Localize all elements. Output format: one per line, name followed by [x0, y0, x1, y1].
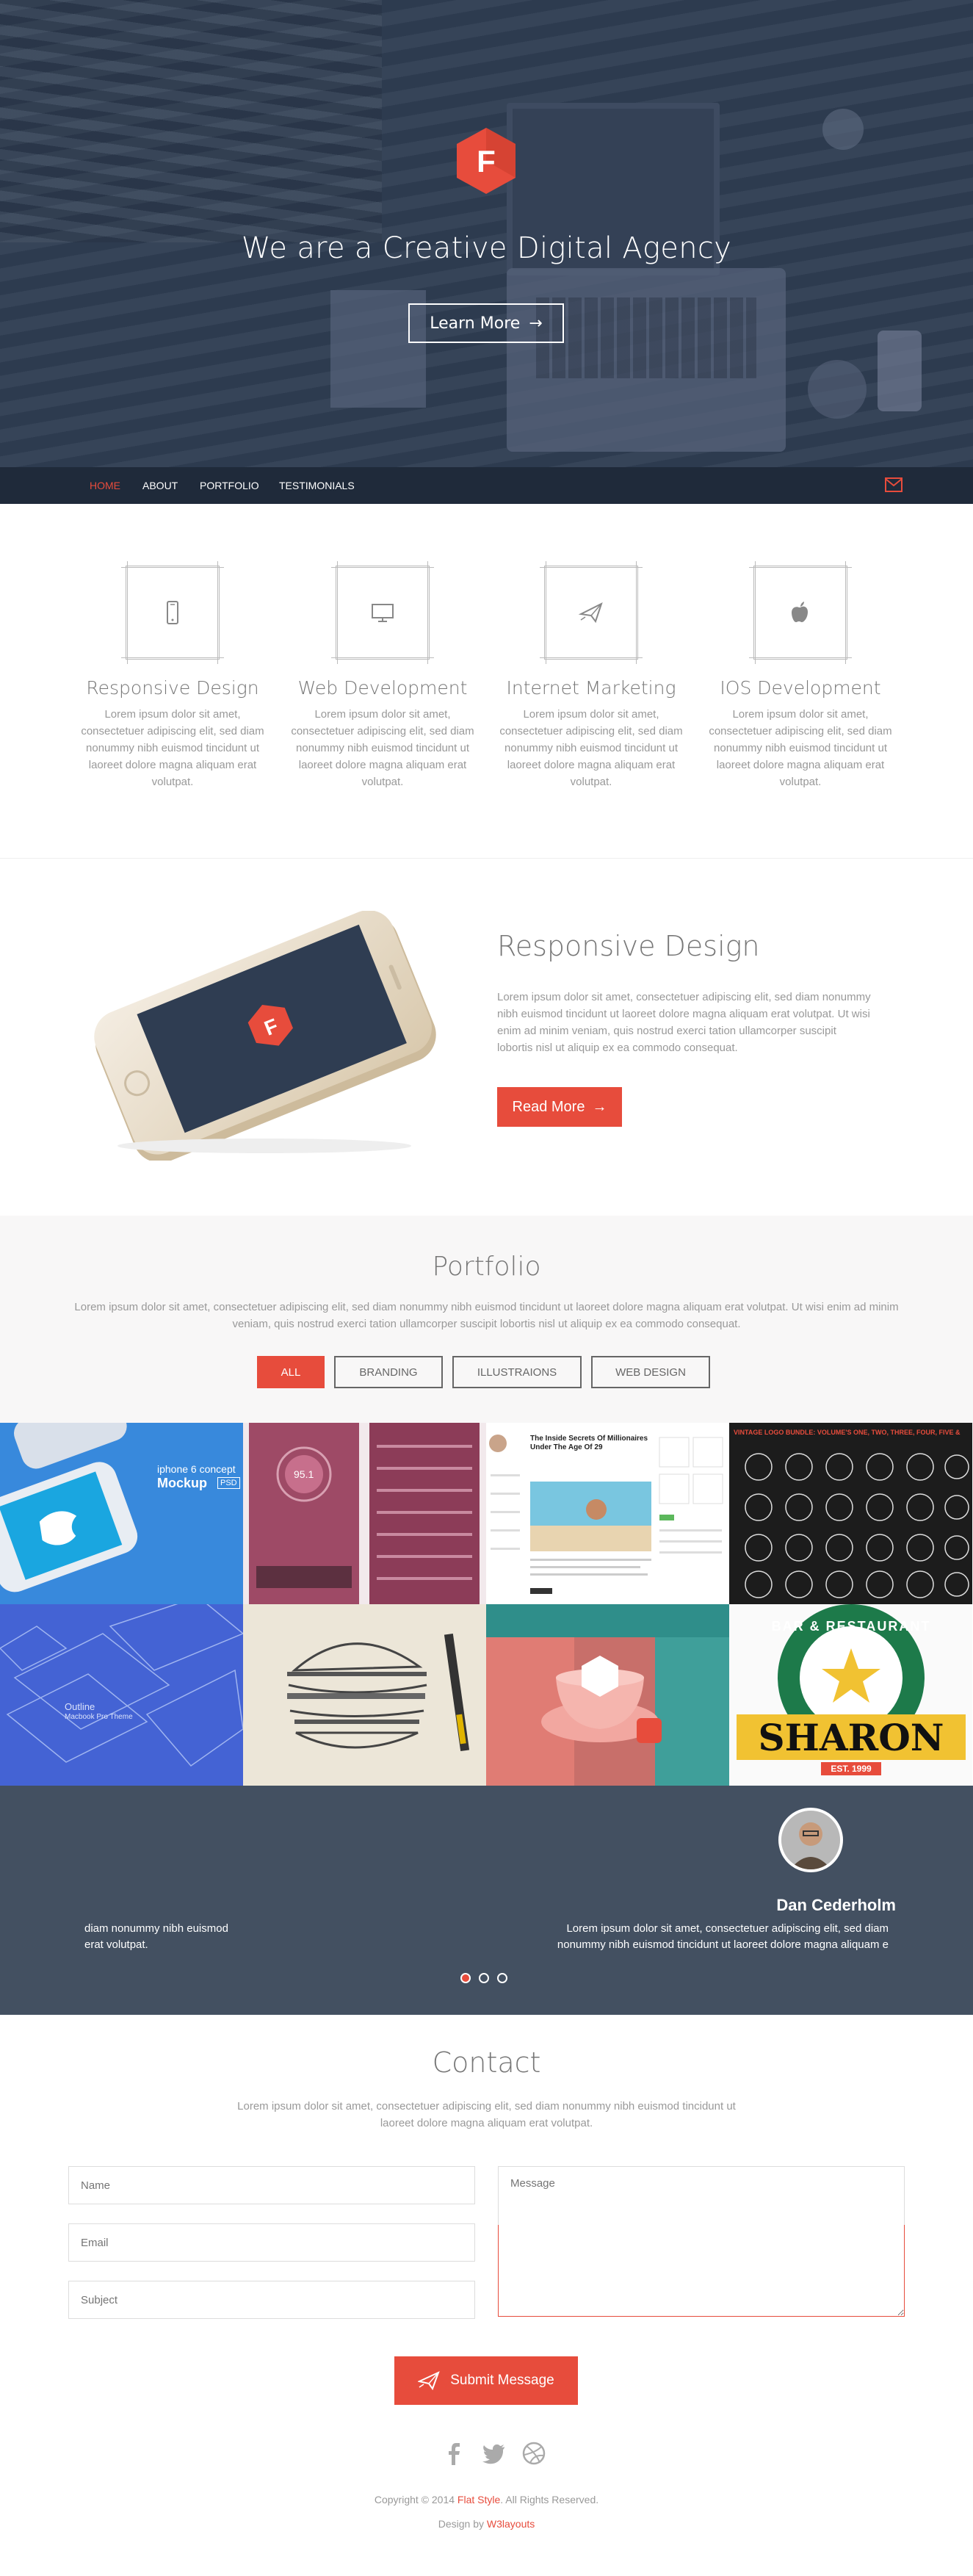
portfolio-tile-music-app[interactable]: 95.1	[243, 1423, 486, 1604]
feature-title: Responsive Design	[497, 930, 760, 962]
design-prefix: Design by	[438, 2518, 487, 2530]
phone-graphic	[878, 331, 922, 411]
tile-title: Mockup	[157, 1476, 208, 1490]
portfolio-tile-vintage-logos[interactable]: VINTAGE LOGO BUNDLE: VOLUME'S ONE, TWO, …	[729, 1423, 972, 1604]
twitter-icon[interactable]	[480, 2440, 507, 2467]
submit-message-button[interactable]: Submit Message	[394, 2356, 578, 2405]
service-text: Lorem ipsum dolor sit amet, consectetuer…	[81, 708, 264, 788]
logo-word: SHARON	[758, 1716, 944, 1759]
portfolio-tile-bar-restaurant[interactable]: BAR & RESTAURANT SHARON EST. 1999	[729, 1604, 972, 1786]
service-icon-frame	[749, 561, 852, 664]
logo-est: EST. 1999	[831, 1764, 872, 1774]
service-ios-development: IOS Development Lorem ipsum dolor sit am…	[709, 561, 892, 790]
nav-item-home[interactable]: HOME	[90, 480, 120, 491]
blog-headline: The Inside Secrets Of Millionaires Under…	[530, 1435, 648, 1451]
service-web-development: Web Development Lorem ipsum dolor sit am…	[291, 561, 474, 790]
service-icon-frame	[540, 561, 643, 664]
slider-dot-1[interactable]	[460, 1973, 471, 1983]
envelope-icon[interactable]	[885, 477, 903, 492]
testimonial-quote-line: Lorem ipsum dolor sit amet, consectetuer…	[566, 1922, 889, 1935]
nav-item-about[interactable]: ABOUT	[142, 480, 178, 491]
logo-arc-text: BAR & RESTAURANT	[771, 1619, 931, 1634]
designer-link[interactable]: W3layouts	[487, 2518, 535, 2530]
nav-item-testimonials[interactable]: TESTIMONIALS	[279, 480, 355, 491]
paper-plane-icon	[578, 602, 603, 624]
laptop-graphic	[507, 268, 786, 452]
service-text: Lorem ipsum dolor sit amet, consectetuer…	[499, 708, 683, 788]
mug-graphic	[822, 109, 864, 150]
nav-item-portfolio[interactable]: PORTFOLIO	[200, 480, 259, 491]
portfolio-tile-outline-mockup[interactable]: Outline Macbook Pro Theme	[0, 1604, 243, 1786]
service-internet-marketing: Internet Marketing Lorem ipsum dolor sit…	[499, 561, 683, 790]
arrow-right-icon: →	[529, 314, 543, 333]
filter-branding-button[interactable]: BRANDING	[334, 1356, 443, 1388]
portfolio-tile-iphone-mockup[interactable]: iphone 6 concept Mockup PSD	[0, 1423, 243, 1604]
learn-more-label: Learn More	[430, 314, 521, 333]
section-divider	[0, 858, 973, 859]
portfolio-tile-burger-sketch[interactable]	[243, 1604, 486, 1786]
portfolio-tile-teacup[interactable]	[486, 1604, 729, 1786]
portfolio-text: Lorem ipsum dolor sit amet, consectetuer…	[74, 1301, 899, 1330]
brand-logo[interactable]: F	[455, 126, 517, 195]
portfolio-tile-blog-layout[interactable]: The Inside Secrets Of Millionaires Under…	[486, 1423, 729, 1604]
window-blinds-graphic	[0, 0, 382, 242]
service-title: Internet Marketing	[506, 677, 676, 699]
main-navigation: HOME ABOUT PORTFOLIO TESTIMONIALS	[0, 467, 973, 504]
read-more-button[interactable]: Read More →	[497, 1087, 622, 1127]
filter-all-button[interactable]: ALL	[257, 1356, 325, 1388]
read-more-label: Read More	[512, 1098, 585, 1115]
tile-title: Outline	[65, 1701, 95, 1712]
testimonial-quote-line: nonummy nibh euismod tincidunt ut laoree…	[557, 1938, 889, 1951]
service-icon-frame	[331, 561, 434, 664]
contact-title: Contact	[432, 2046, 541, 2079]
message-field[interactable]	[498, 2166, 905, 2317]
filter-web-design-button[interactable]: WEB DESIGN	[591, 1356, 710, 1388]
copyright-suffix: . All Rights Reserved.	[500, 2494, 599, 2505]
email-field[interactable]	[68, 2223, 475, 2262]
psd-badge: PSD	[217, 1477, 240, 1489]
submit-label: Submit Message	[450, 2373, 554, 2388]
copyright-prefix: Copyright © 2014	[374, 2494, 457, 2505]
arrow-right-icon: →	[592, 1098, 607, 1115]
facebook-icon[interactable]	[441, 2440, 467, 2467]
contact-text: Lorem ipsum dolor sit amet, consectetuer…	[237, 2100, 736, 2129]
dribbble-icon[interactable]	[521, 2440, 547, 2467]
iphone-illustration: F	[94, 911, 436, 1161]
previous-quote-fragment: erat volutpat.	[84, 1938, 148, 1951]
tile-subtitle: iphone 6 concept	[157, 1463, 236, 1475]
feature-text: Lorem ipsum dolor sit amet, consectetuer…	[497, 991, 871, 1054]
mobile-phone-icon	[167, 601, 178, 624]
testimonial-author: Dan Cederholm	[776, 1896, 896, 1914]
frequency-readout: 95.1	[294, 1468, 314, 1480]
previous-quote-fragment: diam nonummy nibh euismod	[84, 1922, 228, 1935]
brand-link[interactable]: Flat Style	[457, 2494, 500, 2505]
service-icon-frame	[121, 561, 224, 664]
logo-letter: F	[477, 144, 496, 178]
apple-icon	[792, 602, 808, 622]
portfolio-title: Portfolio	[432, 1252, 541, 1282]
subject-field[interactable]	[68, 2281, 475, 2319]
paper-plane-icon	[418, 2371, 440, 2390]
bundle-header: VINTAGE LOGO BUNDLE: VOLUME'S ONE, TWO, …	[734, 1429, 961, 1436]
design-credit: Design by W3layouts	[0, 2518, 973, 2530]
service-title: IOS Development	[720, 677, 881, 699]
learn-more-button[interactable]: Learn More →	[408, 303, 564, 343]
filter-illustrations-button[interactable]: ILLUSTRAIONS	[452, 1356, 582, 1388]
lamp-graphic	[808, 360, 867, 419]
monitor-icon	[372, 604, 394, 622]
service-responsive-design: Responsive Design Lorem ipsum dolor sit …	[81, 561, 264, 790]
hero-title: We are a Creative Digital Agency	[241, 231, 732, 265]
avatar	[778, 1808, 843, 1872]
slider-dot-3[interactable]	[497, 1973, 507, 1983]
copyright: Copyright © 2014 Flat Style. All Rights …	[0, 2494, 973, 2505]
tile-subtitle: Macbook Pro Theme	[65, 1713, 133, 1721]
slider-dot-2[interactable]	[479, 1973, 489, 1983]
name-field[interactable]	[68, 2166, 475, 2204]
service-title: Responsive Design	[86, 677, 259, 699]
service-title: Web Development	[297, 677, 468, 699]
service-text: Lorem ipsum dolor sit amet, consectetuer…	[709, 708, 892, 788]
service-text: Lorem ipsum dolor sit amet, consectetuer…	[291, 708, 474, 788]
